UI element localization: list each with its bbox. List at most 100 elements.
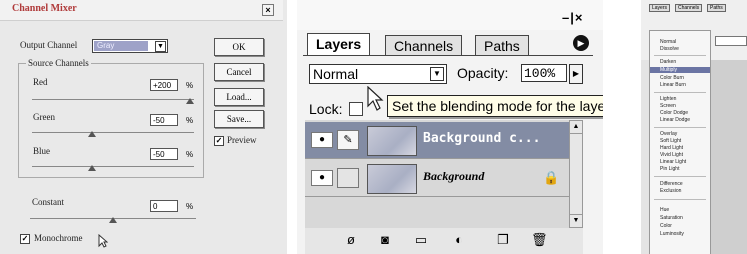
menu-item[interactable]: Overlay [660, 131, 677, 137]
window-controls[interactable]: –|× [562, 10, 583, 25]
menu-item[interactable]: Color Dodge [660, 110, 688, 116]
channel-mixer-dialog: Channel Mixer × Output Channel Gray ▼ So… [0, 0, 287, 254]
close-icon[interactable]: × [262, 4, 274, 16]
menu-item[interactable]: Hard Light [660, 145, 683, 151]
opacity-label: Opacity: [457, 65, 509, 81]
new-layer-icon[interactable]: ❐ [495, 232, 511, 248]
menu-item[interactable]: Dissolve [660, 46, 679, 52]
constant-value-input[interactable]: 0 [150, 200, 178, 212]
red-slider-track[interactable] [32, 99, 194, 100]
menu-item[interactable]: Vivid Light [660, 152, 683, 158]
constant-slider-thumb[interactable] [109, 217, 117, 223]
layer-name: Background [423, 169, 485, 183]
tab-paths[interactable]: Paths [475, 35, 529, 56]
layer-row[interactable]: ● ✎ Background c... [305, 122, 569, 159]
dialog-title: Channel Mixer [12, 3, 77, 14]
chevron-down-icon[interactable]: ▼ [155, 41, 166, 52]
layers-toolbar: ø ◙ ▭ ◐ ❐ 🗑 [305, 228, 583, 254]
constant-label: Constant [32, 197, 65, 207]
layer-thumbnail [367, 164, 417, 194]
blue-percent: % [186, 150, 194, 159]
new-set-icon[interactable]: ▭ [413, 232, 429, 248]
green-value-input[interactable]: -50 [150, 114, 178, 126]
menu-item[interactable]: Lighten [660, 96, 676, 102]
constant-percent: % [186, 202, 194, 211]
chevron-down-icon[interactable]: ▼ [430, 67, 444, 81]
menu-item-highlighted[interactable]: Multiply [650, 67, 710, 73]
cancel-button[interactable]: Cancel [214, 63, 264, 81]
menu-separator [654, 92, 706, 93]
dialog-titlebar: Channel Mixer × [0, 0, 283, 21]
opacity-slider-button[interactable]: ▶ [569, 64, 583, 84]
mini-tab-layers[interactable]: Layers [649, 4, 671, 12]
blue-slider-track[interactable] [32, 166, 194, 167]
menu-item[interactable]: Exclusion [660, 188, 681, 194]
output-channel-label: Output Channel [20, 40, 78, 50]
layers-scrollbar[interactable]: ▲ ▼ [569, 120, 583, 228]
preview-label: Preview [227, 135, 257, 145]
lock-transparency-checkbox[interactable] [349, 102, 363, 116]
layers-palette: –|× Layers Channels Paths ▶ Normal ▼ Opa… [297, 0, 603, 254]
source-channels-label: Source Channels [26, 58, 91, 68]
red-label: Red [33, 77, 48, 87]
layers-list: ● ✎ Background c... ● Background 🔒 [305, 120, 569, 228]
menu-separator [654, 176, 706, 177]
green-slider-track[interactable] [32, 132, 194, 133]
menu-item[interactable]: Pin Light [660, 166, 679, 172]
blend-mode-menu: Normal Dissolve Darken Multiply Color Bu… [649, 30, 711, 254]
output-channel-select[interactable]: Gray ▼ [92, 39, 168, 53]
trash-icon[interactable]: 🗑 [531, 232, 548, 248]
eye-icon[interactable]: ● [311, 170, 333, 186]
layer-style-icon[interactable]: ø [343, 232, 359, 248]
layer-row[interactable]: ● Background 🔒 [305, 160, 569, 197]
brush-icon[interactable]: ✎ [337, 130, 359, 150]
eye-icon[interactable]: ● [311, 132, 333, 148]
menu-item[interactable]: Hue [660, 207, 669, 213]
menu-item[interactable]: Linear Burn [660, 82, 686, 88]
menu-item[interactable]: Darken [660, 59, 676, 65]
menu-separator [654, 199, 706, 200]
red-value-input[interactable]: +200 [150, 79, 178, 91]
load-button[interactable]: Load... [214, 88, 264, 106]
menu-item[interactable]: Luminosity [660, 231, 684, 237]
scroll-up-icon[interactable]: ▲ [570, 121, 582, 134]
arrow-cursor-icon [98, 234, 108, 248]
menu-item[interactable]: Color Burn [660, 75, 684, 81]
menu-item[interactable]: Linear Light [660, 159, 686, 165]
menu-item[interactable]: Difference [660, 181, 683, 187]
green-slider-thumb[interactable] [88, 131, 96, 137]
menu-item[interactable]: Screen [660, 103, 676, 109]
menu-item[interactable]: Color [660, 223, 672, 229]
green-percent: % [186, 116, 194, 125]
menu-item[interactable]: Saturation [660, 215, 683, 221]
blend-mode-select[interactable]: Normal ▼ [309, 64, 447, 84]
mini-tab-channels[interactable]: Channels [675, 4, 703, 12]
lock-icon: 🔒 [543, 170, 560, 185]
layer-link-slot[interactable] [337, 168, 359, 188]
menu-separator [654, 127, 706, 128]
tab-channels[interactable]: Channels [385, 35, 463, 56]
ok-button[interactable]: OK [214, 38, 264, 56]
red-slider-thumb[interactable] [186, 98, 194, 104]
scroll-down-icon[interactable]: ▼ [570, 214, 582, 227]
blue-slider-thumb[interactable] [88, 165, 96, 171]
menu-item[interactable]: Normal [660, 39, 676, 45]
blue-value-input[interactable]: -50 [150, 148, 178, 160]
blend-mode-menu-panel: Layers Channels Paths Normal Dissolve Da… [641, 0, 747, 254]
monochrome-label: Monochrome [34, 233, 83, 243]
menu-item[interactable]: Soft Light [660, 138, 681, 144]
palette-menu-icon[interactable]: ▶ [573, 35, 589, 51]
green-label: Green [33, 112, 55, 122]
mini-tab-paths[interactable]: Paths [707, 4, 726, 12]
adjustment-layer-icon[interactable]: ◐ [451, 232, 467, 248]
red-percent: % [186, 81, 194, 90]
monochrome-checkbox[interactable]: ✓ [20, 234, 30, 244]
save-button[interactable]: Save... [214, 110, 264, 128]
tab-layers[interactable]: Layers [307, 33, 371, 56]
opacity-input[interactable]: 100% [521, 64, 567, 82]
layer-mask-icon[interactable]: ◙ [377, 232, 393, 248]
mini-layers-area [711, 60, 747, 254]
tab-divider [303, 55, 593, 56]
menu-item[interactable]: Linear Dodge [660, 117, 690, 123]
preview-checkbox[interactable]: ✓ [214, 136, 224, 146]
